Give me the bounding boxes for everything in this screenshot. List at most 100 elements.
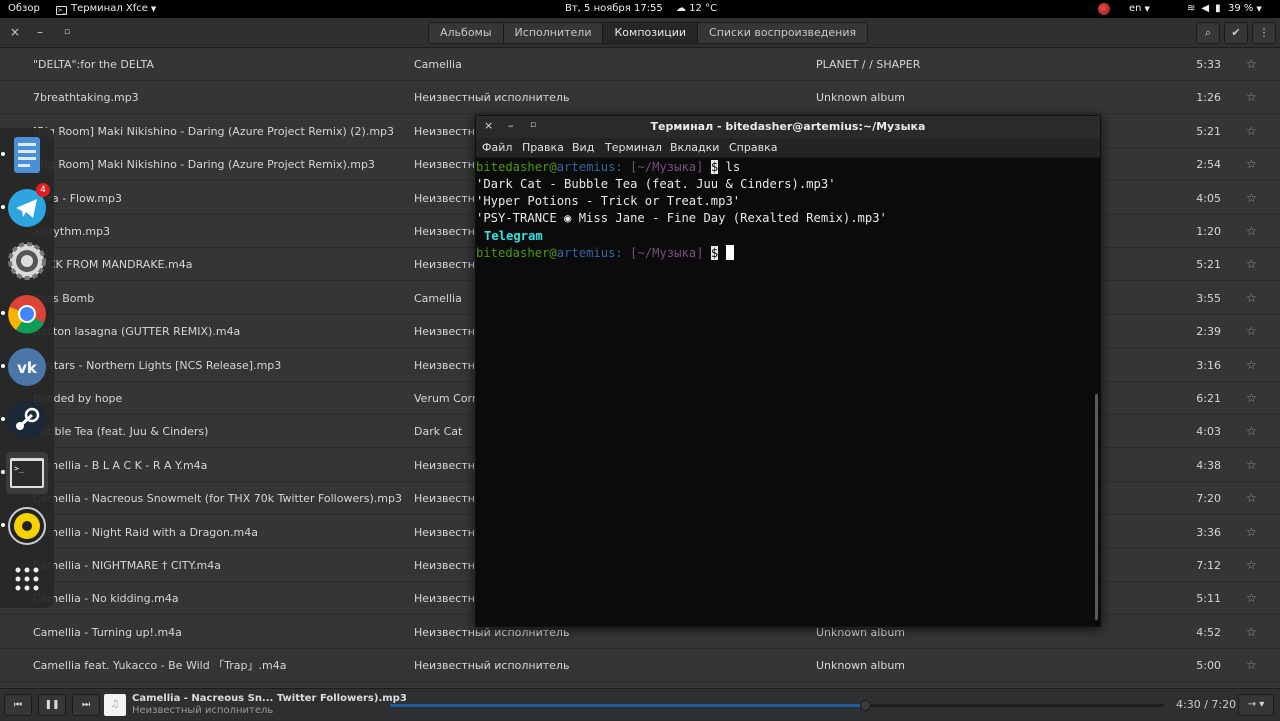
prompt-user: bitedasher: [476, 246, 550, 260]
battery-indicator[interactable]: 39 % ▼: [1228, 0, 1262, 18]
prompt-line: bitedasher@artemius: [~/Музыка] $ ls: [476, 159, 740, 176]
dash-item-terminal[interactable]: >_: [1, 452, 48, 494]
app-grid-icon: [15, 567, 39, 591]
progress-handle[interactable]: [860, 700, 872, 711]
star-icon[interactable]: ☆: [1246, 415, 1257, 448]
star-icon[interactable]: ☆: [1246, 315, 1257, 348]
menu-help[interactable]: Справка: [729, 138, 777, 158]
star-icon[interactable]: ☆: [1246, 182, 1257, 215]
track-title: Camellia - NIGHTMARE † CITY.m4a: [33, 559, 221, 572]
battery-icon: ▮: [1215, 3, 1227, 14]
minimize-icon[interactable]: –: [37, 25, 43, 39]
star-icon[interactable]: ☆: [1246, 81, 1257, 114]
menu-edit[interactable]: Правка: [522, 138, 564, 158]
menu-view[interactable]: Вид: [572, 138, 594, 158]
terminal-window[interactable]: × – ▫ Терминал - bitedasher@artemius:~/М…: [475, 115, 1101, 627]
keyboard-layout-label: en: [1129, 3, 1142, 14]
app-menu-label: Терминал Xfce: [71, 3, 148, 14]
running-indicator: [1, 205, 5, 209]
track-duration: 4:03: [1196, 425, 1221, 439]
music-icon: [8, 507, 46, 545]
dash-item-chrome[interactable]: [1, 293, 48, 335]
track-duration: 3:36: [1196, 525, 1221, 539]
tab-songs[interactable]: Композиции: [603, 23, 699, 43]
track-title: Bristars - Northern Lights [NCS Release]…: [33, 358, 282, 372]
track-row[interactable]: 7breathtaking.mp3 Неизвестный исполнитель…: [0, 81, 1280, 115]
prompt-colon: :: [615, 160, 623, 174]
terminal-title: Терминал - bitedasher@artemius:~/Музыка: [650, 120, 926, 133]
star-icon[interactable]: ☆: [1246, 349, 1257, 382]
star-icon[interactable]: ☆: [1246, 48, 1257, 81]
app-menu[interactable]: >_ Терминал Xfce ▼: [56, 0, 156, 18]
star-icon[interactable]: ☆: [1246, 115, 1257, 148]
dash-item-vk[interactable]: vk: [1, 346, 48, 388]
repeat-mode-button[interactable]: → ▾: [1238, 694, 1274, 716]
notification-badge: 4: [36, 183, 50, 197]
prompt-dollar: $: [710, 246, 719, 260]
tab-artists[interactable]: Исполнители: [503, 23, 604, 43]
track-artist: Camellia: [414, 291, 462, 305]
dash-item-files[interactable]: [1, 134, 48, 176]
track-duration: 4:52: [1196, 625, 1221, 639]
music-note-icon: ♫: [110, 699, 120, 710]
maximize-icon[interactable]: ▫: [64, 25, 70, 39]
track-artist: Неизвестный исполнитель: [414, 659, 570, 673]
star-icon[interactable]: ☆: [1246, 248, 1257, 281]
star-icon[interactable]: ☆: [1246, 282, 1257, 315]
star-icon[interactable]: ☆: [1246, 649, 1257, 682]
track-row[interactable]: Camellia feat. Yukacco - Be Wild 「Trap」.…: [0, 649, 1280, 683]
star-icon[interactable]: ☆: [1246, 382, 1257, 415]
tab-albums[interactable]: Альбомы: [429, 23, 504, 43]
prompt-host: artemius: [556, 246, 616, 260]
prompt-at: @: [549, 160, 557, 174]
terminal-titlebar[interactable]: × – ▫ Терминал - bitedasher@artemius:~/М…: [476, 116, 1100, 138]
star-icon[interactable]: ☆: [1246, 582, 1257, 615]
terminal-scrollbar[interactable]: [1095, 394, 1098, 620]
menu-button[interactable]: ⋮: [1252, 22, 1276, 44]
search-button[interactable]: ⌕: [1196, 22, 1220, 44]
pause-button[interactable]: ❚❚: [38, 694, 66, 716]
volume-icon: ◀: [1201, 3, 1216, 14]
menu-terminal[interactable]: Терминал: [605, 138, 662, 158]
tray-app-icon[interactable]: [1098, 3, 1110, 15]
steam-icon: [8, 401, 46, 439]
dash-item-telegram[interactable]: 4: [1, 183, 50, 229]
running-indicator: [1, 152, 5, 156]
track-row[interactable]: "DELTA":for the DELTA Camellia PLANET / / …: [0, 48, 1280, 81]
track-duration: 7:12: [1196, 559, 1221, 572]
next-button[interactable]: ⏭: [72, 694, 100, 716]
svg-text:vk: vk: [17, 359, 38, 377]
prompt-line: bitedasher@artemius: [~/Музыка] $: [476, 245, 734, 262]
battery-percent: 39 %: [1228, 3, 1254, 14]
menu-tabs[interactable]: Вкладки: [670, 138, 719, 158]
tab-playlists[interactable]: Списки воспроизведения: [698, 23, 868, 43]
star-icon[interactable]: ☆: [1246, 215, 1257, 248]
track-title: BACK FROM MANDRAKE.m4a: [33, 258, 193, 272]
weather-indicator[interactable]: ☁ 12 °C: [676, 0, 717, 18]
star-icon[interactable]: ☆: [1246, 549, 1257, 582]
dash-item-settings[interactable]: [6, 240, 48, 282]
clock[interactable]: Вт, 5 ноября 17:55: [565, 0, 663, 18]
dash-item-rhythmbox[interactable]: [1, 505, 48, 547]
activities-button[interactable]: Обзор: [8, 0, 40, 18]
track-title: Camellia - No kidding.m4a: [33, 592, 179, 606]
star-icon[interactable]: ☆: [1246, 616, 1257, 649]
prompt-dollar: $: [710, 160, 719, 174]
close-icon[interactable]: ×: [10, 25, 20, 39]
directory-entry: Telegram: [484, 229, 543, 243]
progress-bar[interactable]: [390, 700, 1164, 711]
keyboard-layout-indicator[interactable]: en ▼: [1129, 0, 1150, 18]
star-icon[interactable]: ☆: [1246, 516, 1257, 549]
output-line: 'Hyper Potions - Trick or Treat.mp3': [476, 194, 741, 208]
star-icon[interactable]: ☆: [1246, 449, 1257, 482]
star-icon[interactable]: ☆: [1246, 482, 1257, 515]
previous-button[interactable]: ⏮: [4, 694, 32, 716]
system-status-icons[interactable]: ≋◀▮: [1187, 0, 1227, 18]
star-icon[interactable]: ☆: [1246, 148, 1257, 181]
menu-file[interactable]: Файл: [482, 138, 512, 158]
select-button[interactable]: ✔: [1224, 22, 1248, 44]
dash-item-steam[interactable]: [1, 399, 48, 441]
chevron-down-icon: ▼: [1256, 5, 1262, 13]
terminal-output[interactable]: bitedasher@artemius: [~/Музыка] $ ls 'Da…: [476, 158, 1092, 626]
dash-item-show-applications[interactable]: [6, 558, 48, 600]
